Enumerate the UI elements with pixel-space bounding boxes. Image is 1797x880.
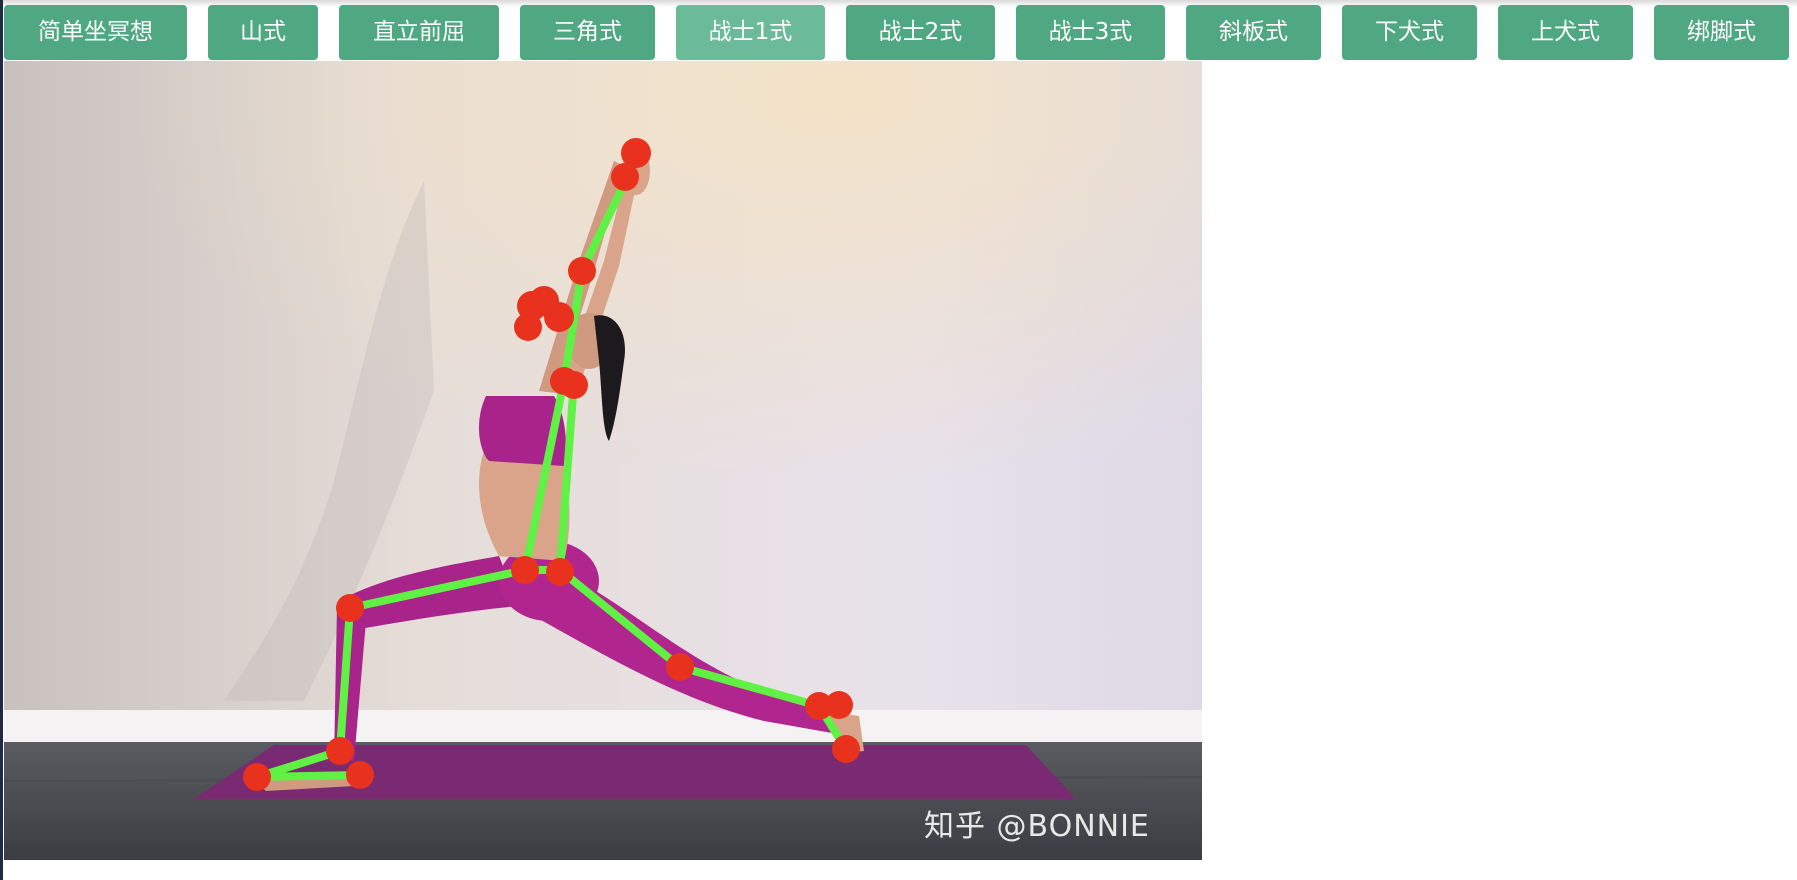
keypoint <box>326 737 354 765</box>
pose-button-warrior-1[interactable]: 战士1式 <box>676 5 825 60</box>
pose-toolbar: 简单坐冥想 山式 直立前屈 三角式 战士1式 战士2式 战士3式 斜板式 下犬式… <box>0 5 1797 61</box>
pose-button-bound-angle[interactable]: 绑脚式 <box>1654 5 1789 60</box>
keypoint <box>544 302 574 332</box>
keypoint <box>568 257 596 285</box>
window-left-edge <box>0 0 3 880</box>
keypoint <box>832 735 860 763</box>
keypoint <box>546 558 574 586</box>
pose-button-triangle[interactable]: 三角式 <box>520 5 655 60</box>
image-watermark: 知乎 @BONNIE <box>924 809 1150 844</box>
pose-button-plank[interactable]: 斜板式 <box>1186 5 1321 60</box>
keypoint <box>825 691 853 719</box>
pose-button-easy-seated-meditation[interactable]: 简单坐冥想 <box>4 5 187 60</box>
pose-photo-canvas <box>4 61 1202 860</box>
keypoint <box>514 313 542 341</box>
keypoint <box>346 761 374 789</box>
keypoint <box>560 371 588 399</box>
keypoint <box>336 594 364 622</box>
pose-detection-image: 知乎 @BONNIE <box>4 61 1202 860</box>
keypoint <box>611 163 639 191</box>
pose-button-mountain[interactable]: 山式 <box>208 5 318 60</box>
pose-button-downward-dog[interactable]: 下犬式 <box>1342 5 1477 60</box>
pose-button-warrior-3[interactable]: 战士3式 <box>1016 5 1165 60</box>
pose-button-upward-dog[interactable]: 上犬式 <box>1498 5 1633 60</box>
pose-button-standing-forward-fold[interactable]: 直立前屈 <box>339 5 499 60</box>
keypoint <box>666 653 694 681</box>
skeleton-bone <box>253 771 364 781</box>
baseboard <box>4 710 1202 742</box>
keypoint <box>511 556 539 584</box>
keypoint <box>243 763 271 791</box>
pose-button-warrior-2[interactable]: 战士2式 <box>846 5 995 60</box>
